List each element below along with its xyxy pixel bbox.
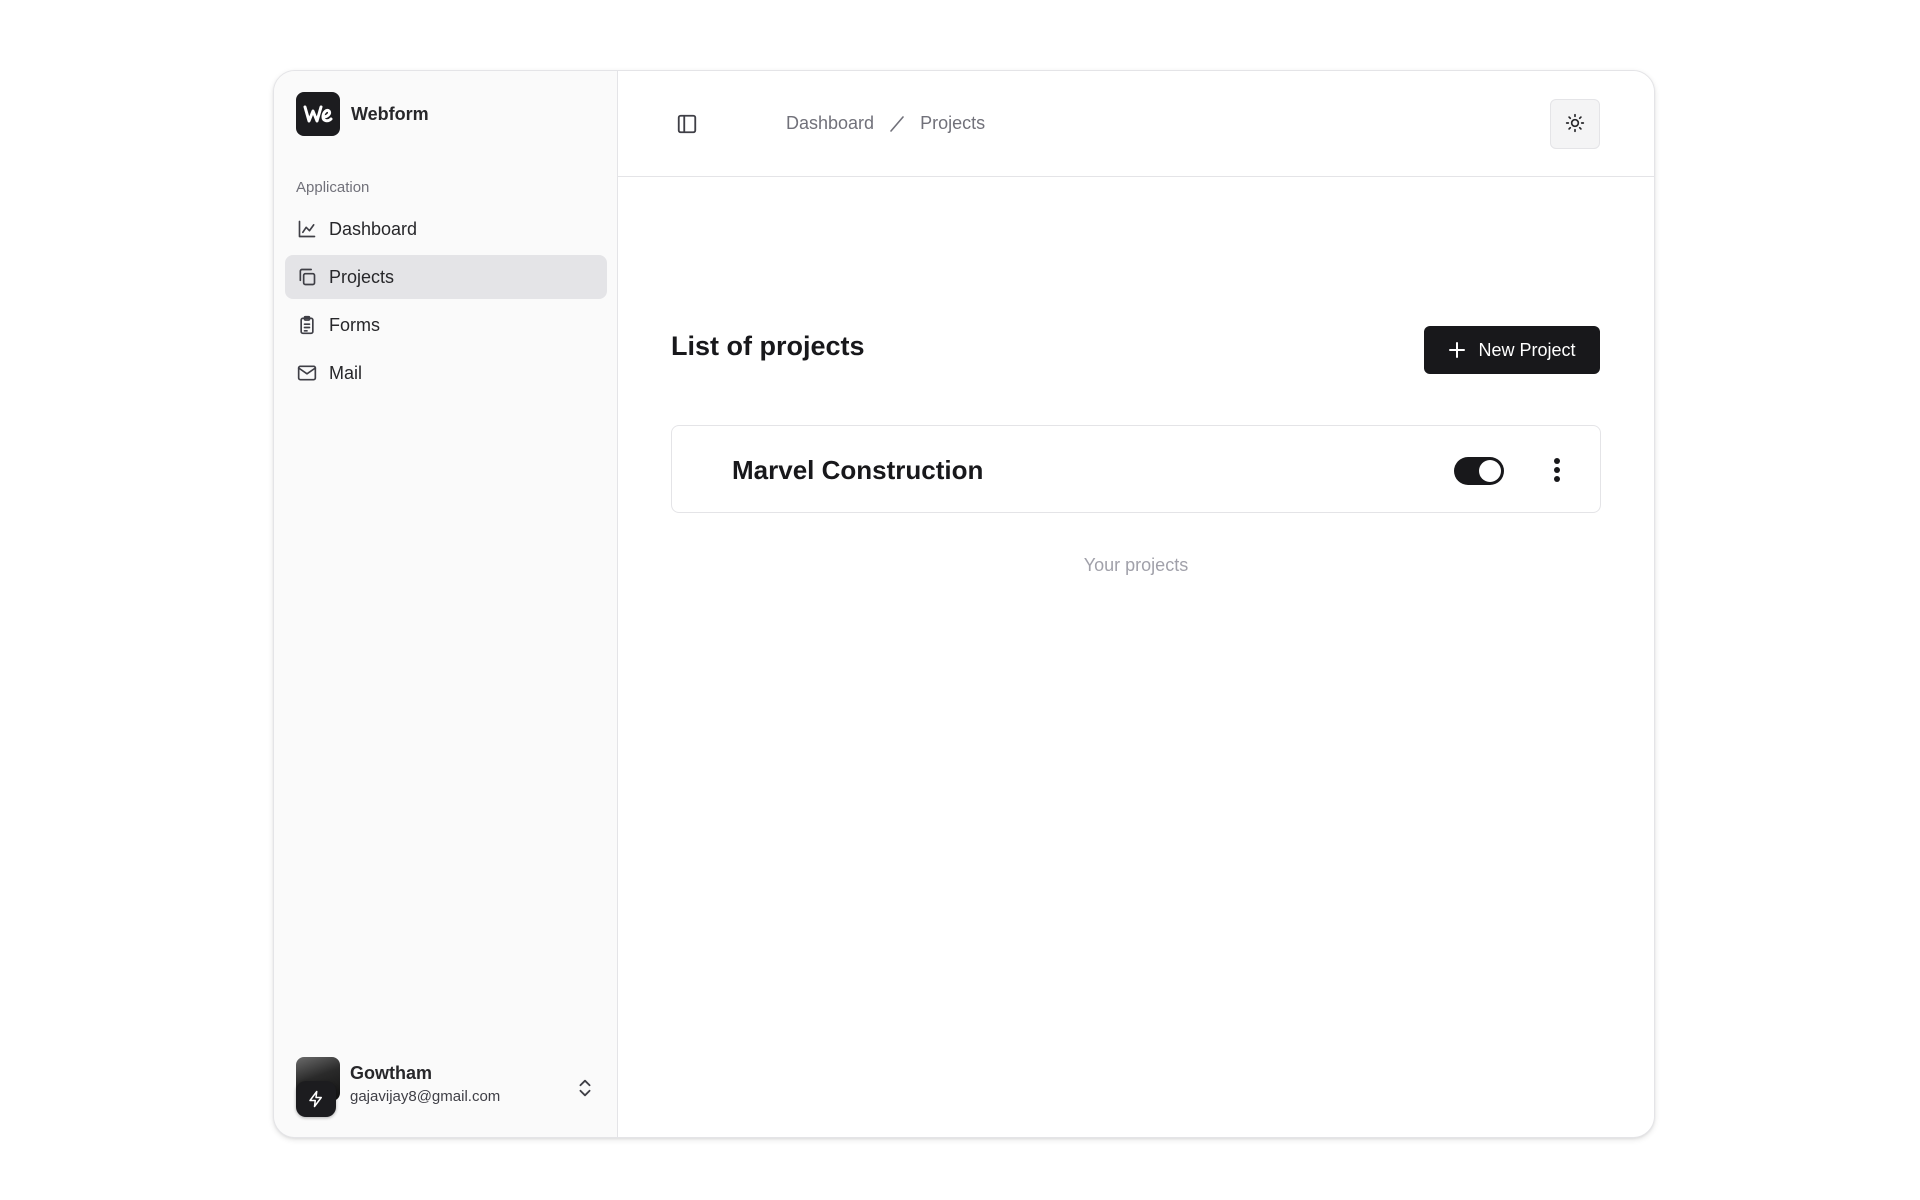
sidebar-nav: Dashboard Projects Forms Mail bbox=[285, 207, 607, 399]
theme-toggle-button[interactable] bbox=[1550, 99, 1600, 149]
sidebar-item-label: Forms bbox=[329, 314, 380, 335]
webform-logo bbox=[296, 92, 340, 136]
project-name[interactable]: Marvel Construction bbox=[732, 455, 983, 486]
plus-icon bbox=[1448, 341, 1466, 359]
clipboard-list-icon bbox=[296, 314, 318, 336]
panel-left-icon[interactable] bbox=[676, 113, 698, 135]
project-enabled-toggle[interactable] bbox=[1454, 457, 1504, 485]
chart-line-icon bbox=[296, 218, 318, 240]
sidebar-item-mail[interactable]: Mail bbox=[285, 351, 607, 395]
sidebar: Webform Application Dashboard Projects F… bbox=[274, 71, 618, 1137]
sidebar-item-forms[interactable]: Forms bbox=[285, 303, 607, 347]
user-menu[interactable]: Gowtham gajavijay8@gmail.com bbox=[296, 1057, 596, 1117]
sidebar-item-projects[interactable]: Projects bbox=[285, 255, 607, 299]
more-vertical-icon[interactable] bbox=[1542, 455, 1572, 485]
sun-icon bbox=[1565, 113, 1585, 136]
toggle-knob bbox=[1479, 460, 1501, 482]
app-window: Webform Application Dashboard Projects F… bbox=[273, 70, 1655, 1138]
breadcrumb-projects[interactable]: Projects bbox=[920, 113, 985, 134]
user-email: gajavijay8@gmail.com bbox=[350, 1088, 501, 1105]
breadcrumb: Dashboard Projects bbox=[786, 113, 985, 134]
sidebar-item-label: Dashboard bbox=[329, 218, 418, 239]
user-info: Gowtham gajavijay8@gmail.com bbox=[350, 1063, 500, 1105]
projects-caption: Your projects bbox=[1083, 555, 1189, 575]
page-title: List of projects bbox=[671, 331, 865, 361]
mail-icon bbox=[296, 362, 318, 384]
sidebar-item-label: Mail bbox=[329, 362, 363, 383]
slash-icon bbox=[888, 115, 906, 133]
breadcrumb-dashboard[interactable]: Dashboard bbox=[786, 113, 874, 134]
copy-icon bbox=[296, 266, 318, 288]
topbar: Dashboard Projects bbox=[618, 71, 1654, 177]
chevrons-up-down-icon[interactable] bbox=[574, 1077, 596, 1099]
sidebar-item-dashboard[interactable]: Dashboard bbox=[285, 207, 607, 251]
sidebar-item-label: Projects bbox=[329, 266, 395, 287]
project-card[interactable]: Marvel Construction bbox=[671, 425, 1601, 513]
main-content: Dashboard Projects List of projects New … bbox=[618, 71, 1654, 1137]
brand[interactable]: Webform bbox=[296, 92, 429, 136]
sidebar-group-label: Application bbox=[296, 179, 370, 196]
user-name: Gowtham bbox=[350, 1063, 433, 1083]
lightning-icon bbox=[296, 1081, 336, 1117]
brand-name: Webform bbox=[351, 103, 429, 124]
new-project-label: New Project bbox=[1478, 339, 1576, 360]
new-project-button[interactable]: New Project bbox=[1424, 326, 1600, 374]
avatar bbox=[296, 1057, 340, 1117]
